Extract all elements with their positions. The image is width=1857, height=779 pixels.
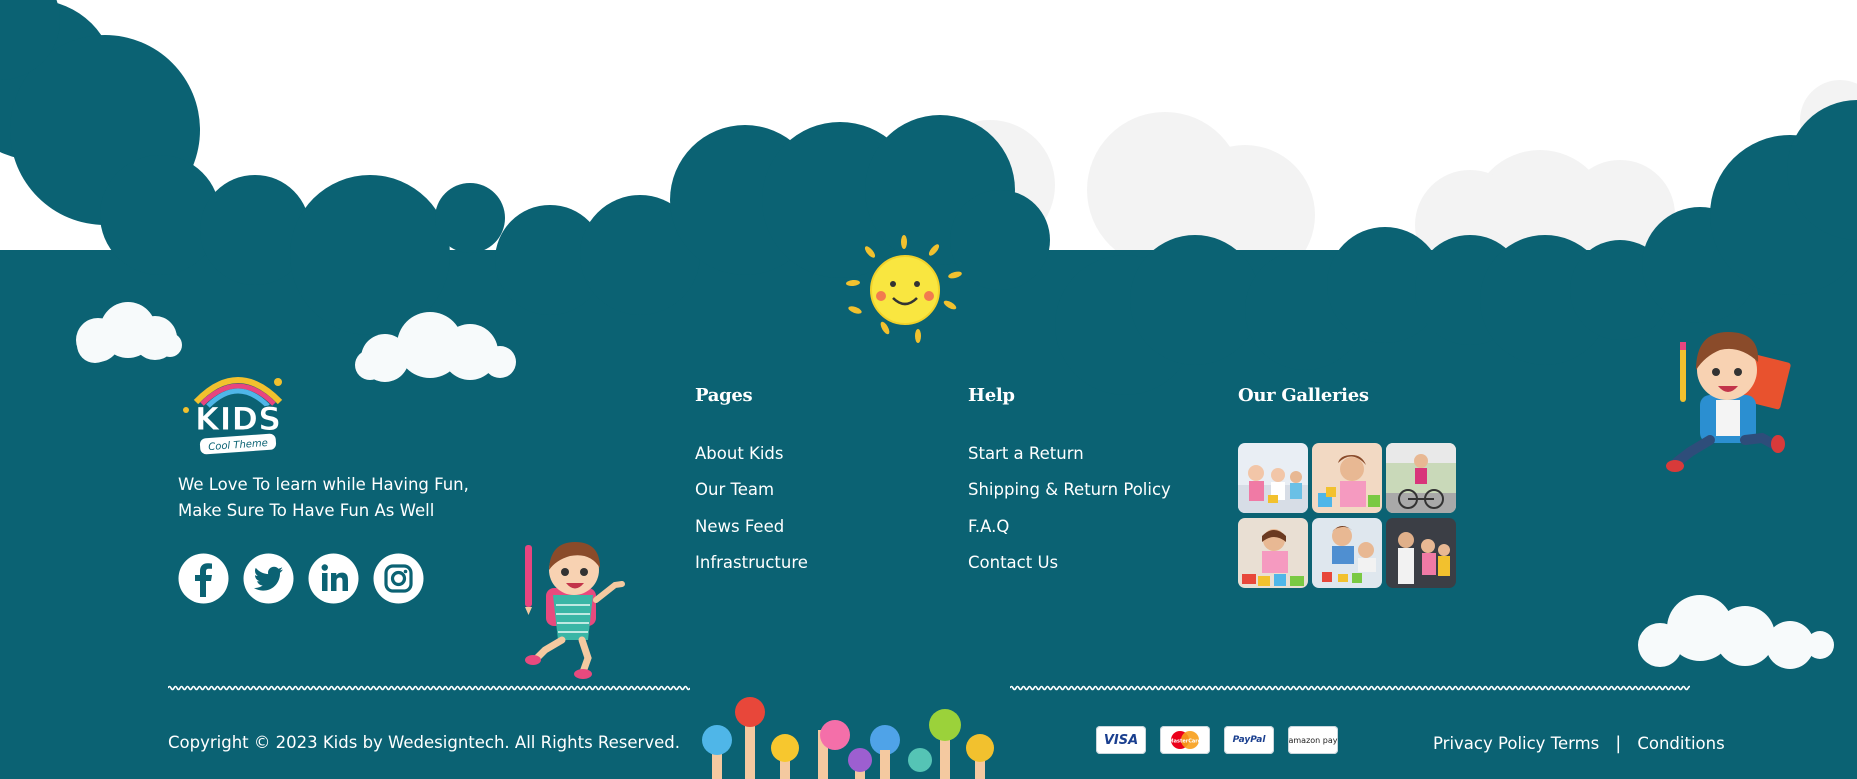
legal-separator: | xyxy=(1615,733,1622,754)
link-infrastructure[interactable]: Infrastructure xyxy=(695,552,808,588)
tagline-line-2: Make Sure To Have Fun As Well xyxy=(178,501,435,520)
legal-links: Privacy Policy Terms | Conditions xyxy=(1433,733,1725,754)
privacy-policy-terms-link[interactable]: Privacy Policy Terms xyxy=(1433,734,1599,753)
gallery-image-3[interactable] xyxy=(1386,443,1456,513)
svg-text:MasterCard: MasterCard xyxy=(1169,739,1202,745)
kids-logo[interactable]: KIDS Cool Theme xyxy=(178,360,298,460)
svg-text:KIDS: KIDS xyxy=(195,400,281,438)
wavy-divider-left xyxy=(168,685,690,691)
link-news-feed[interactable]: News Feed xyxy=(695,516,808,552)
mastercard-icon: MasterCard xyxy=(1160,726,1210,754)
payment-methods: VISA MasterCard PayPal amazon pay xyxy=(1096,726,1338,754)
amazon-pay-icon: amazon pay xyxy=(1288,726,1338,754)
link-shipping-return-policy[interactable]: Shipping & Return Policy xyxy=(968,479,1171,515)
visa-icon: VISA xyxy=(1096,726,1146,754)
link-our-team[interactable]: Our Team xyxy=(695,479,808,515)
gallery-image-4[interactable] xyxy=(1238,518,1308,588)
gallery-grid xyxy=(1238,443,1458,588)
instagram-icon[interactable] xyxy=(373,553,424,604)
pages-heading: Pages xyxy=(695,385,753,406)
linkedin-icon[interactable] xyxy=(308,553,359,604)
paypal-icon: PayPal xyxy=(1224,726,1274,754)
conditions-link[interactable]: Conditions xyxy=(1637,734,1724,753)
gallery-image-6[interactable] xyxy=(1386,518,1456,588)
wavy-divider-right xyxy=(1010,685,1690,691)
gallery-image-1[interactable] xyxy=(1238,443,1308,513)
footer-section: KIDS Cool Theme We Love To learn while H… xyxy=(0,0,1857,779)
pages-links: About Kids Our Team News Feed Infrastruc… xyxy=(695,443,808,588)
link-start-a-return[interactable]: Start a Return xyxy=(968,443,1171,479)
gallery-image-5[interactable] xyxy=(1312,518,1382,588)
tagline-line-1: We Love To learn while Having Fun, xyxy=(178,475,469,494)
help-links: Start a Return Shipping & Return Policy … xyxy=(968,443,1171,588)
galleries-heading: Our Galleries xyxy=(1238,385,1369,406)
gallery-image-2[interactable] xyxy=(1312,443,1382,513)
twitter-icon[interactable] xyxy=(243,553,294,604)
link-contact-us[interactable]: Contact Us xyxy=(968,552,1171,588)
link-faq[interactable]: F.A.Q xyxy=(968,516,1171,552)
social-links xyxy=(178,553,424,604)
help-heading: Help xyxy=(968,385,1015,406)
link-about-kids[interactable]: About Kids xyxy=(695,443,808,479)
brand-tagline: We Love To learn while Having Fun, Make … xyxy=(178,472,478,524)
copyright-text: Copyright © 2023 Kids by Wedesigntech. A… xyxy=(168,733,680,752)
facebook-icon[interactable] xyxy=(178,553,229,604)
